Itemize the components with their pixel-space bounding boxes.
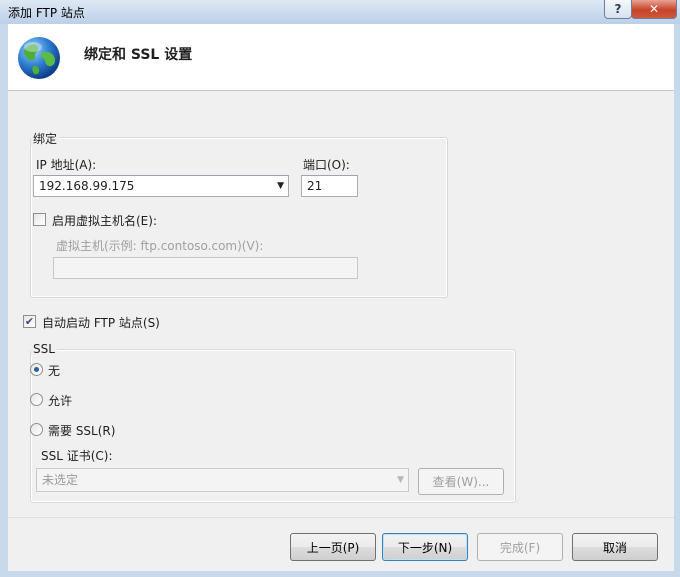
cancel-button[interactable]: 取消 <box>572 533 658 561</box>
autostart-checkbox[interactable]: ✔ <box>23 315 36 328</box>
ip-address-label: IP 地址(A): <box>36 158 97 172</box>
close-button[interactable]: ✕ <box>631 0 677 19</box>
chevron-down-icon: ▼ <box>397 475 404 485</box>
port-label: 端口(O): <box>303 158 350 172</box>
footer-divider <box>8 517 674 518</box>
page-title: 绑定和 SSL 设置 <box>84 47 193 63</box>
ssl-require-label[interactable]: 需要 SSL(R) <box>48 422 115 439</box>
ip-address-combo[interactable]: 192.168.99.175 ▼ <box>33 175 289 197</box>
port-field[interactable]: 21 <box>301 175 358 197</box>
ssl-group-label: SSL <box>31 342 57 356</box>
virtual-host-field <box>53 257 358 279</box>
ssl-none-label[interactable]: 无 <box>48 362 60 379</box>
help-button[interactable]: ? <box>604 0 632 19</box>
ssl-allow-label[interactable]: 允许 <box>48 392 72 409</box>
checkmark-icon: ✔ <box>24 315 35 328</box>
radio-selected-dot <box>34 367 39 372</box>
ssl-none-radio[interactable] <box>30 363 43 376</box>
view-certificate-button: 查看(W)... <box>418 468 504 495</box>
ssl-cert-value: 未选定 <box>42 473 79 487</box>
finish-button: 完成(F) <box>477 533 563 561</box>
ssl-require-radio[interactable] <box>30 423 43 436</box>
window-border-right <box>674 24 680 577</box>
virtual-host-checkbox[interactable] <box>33 213 46 226</box>
previous-button[interactable]: 上一页(P) <box>290 533 376 561</box>
ssl-allow-radio[interactable] <box>30 393 43 406</box>
title-bar <box>0 0 680 24</box>
chevron-down-icon[interactable]: ▼ <box>277 176 284 196</box>
virtual-host-checkbox-label[interactable]: 启用虚拟主机名(E): <box>52 212 157 229</box>
ssl-cert-label: SSL 证书(C): <box>41 449 113 463</box>
ip-address-value: 192.168.99.175 <box>39 179 135 193</box>
virtual-host-field-label: 虚拟主机(示例: ftp.contoso.com)(V): <box>56 239 264 253</box>
binding-group-label: 绑定 <box>31 130 60 147</box>
ssl-cert-combo: 未选定 ▼ <box>36 468 409 492</box>
window-border-bottom <box>0 571 680 577</box>
window-border-left <box>0 24 8 577</box>
autostart-label[interactable]: 自动启动 FTP 站点(S) <box>42 314 160 331</box>
next-button[interactable]: 下一步(N) <box>382 533 468 561</box>
globe-icon <box>18 37 60 79</box>
window-title: 添加 FTP 站点 <box>8 6 85 20</box>
port-value: 21 <box>307 179 323 193</box>
